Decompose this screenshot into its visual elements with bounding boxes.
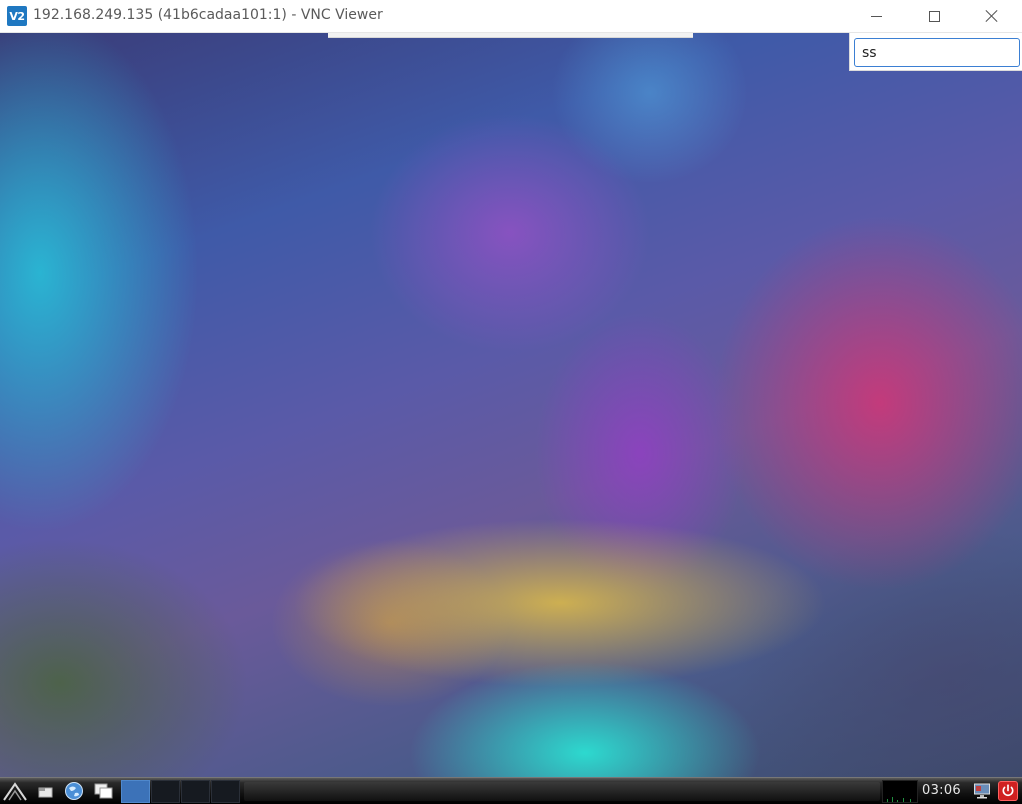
window-list-icon[interactable] <box>93 781 115 801</box>
clock[interactable]: 03:06 <box>922 783 961 798</box>
web-browser-icon[interactable] <box>64 781 84 801</box>
workspace-1-button[interactable] <box>121 780 150 803</box>
close-icon <box>985 9 999 23</box>
close-button[interactable] <box>969 0 1015 32</box>
cpu-monitor <box>882 780 918 803</box>
start-menu-icon[interactable] <box>2 781 32 801</box>
remote-top-strip <box>328 33 693 38</box>
monitor-icon[interactable] <box>973 782 991 800</box>
search-input[interactable] <box>854 38 1020 67</box>
show-desktop-icon[interactable] <box>38 786 54 798</box>
remote-desktop[interactable] <box>0 33 1022 777</box>
window-title: 192.168.249.135 (41b6cadaa101:1) - VNC V… <box>33 7 383 23</box>
minimize-button[interactable] <box>853 0 899 32</box>
workspace-2-button[interactable] <box>151 780 180 803</box>
minimize-icon <box>870 15 882 17</box>
workspace-3-button[interactable] <box>181 780 210 803</box>
search-popup <box>849 33 1022 71</box>
task-list-area <box>244 782 880 801</box>
window-titlebar: V2 192.168.249.135 (41b6cadaa101:1) - VN… <box>0 0 1022 33</box>
power-button[interactable] <box>998 781 1018 801</box>
power-icon <box>1002 784 1014 797</box>
taskbar: 03:06 <box>0 777 1022 804</box>
workspace-4-button[interactable] <box>211 780 240 803</box>
maximize-icon <box>928 10 940 22</box>
maximize-button[interactable] <box>911 0 957 32</box>
vnc-viewer-app-icon[interactable]: V2 <box>7 6 27 26</box>
